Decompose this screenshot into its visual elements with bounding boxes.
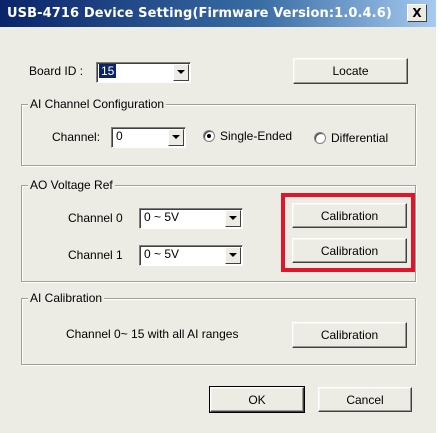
ai-channel-value: 0 xyxy=(116,129,123,143)
chevron-down-icon[interactable] xyxy=(173,64,189,81)
ao-channel-1-label: Channel 1 xyxy=(68,248,123,262)
chevron-down-icon[interactable] xyxy=(225,247,241,264)
ao-voltage-group-title: AO Voltage Ref xyxy=(28,178,115,192)
ao-channel-0-range-value: 0 ~ 5V xyxy=(144,210,180,224)
close-button[interactable]: X xyxy=(407,4,427,22)
ai-channel-combo[interactable]: 0 xyxy=(111,127,186,148)
ai-calibration-button[interactable]: Calibration xyxy=(292,322,407,348)
ao-channel-1-range-value: 0 ~ 5V xyxy=(144,247,180,261)
ok-button[interactable]: OK xyxy=(209,386,305,413)
board-id-combo[interactable]: 15 xyxy=(96,62,191,83)
board-id-value: 15 xyxy=(99,64,117,78)
ai-channel-group-title: AI Channel Configuration xyxy=(28,97,167,111)
ao-channel-0-label: Channel 0 xyxy=(68,211,123,225)
device-setting-window: USB-4716 Device Setting(Firmware Version… xyxy=(0,0,437,433)
differential-label[interactable]: Differential xyxy=(331,131,388,145)
ao-channel-1-range-combo[interactable]: 0 ~ 5V xyxy=(139,245,243,266)
board-id-label: Board ID : xyxy=(29,64,84,78)
ao-channel-0-calibration-button[interactable]: Calibration xyxy=(292,203,407,228)
ai-channel-label: Channel: xyxy=(52,130,101,144)
title-bar: USB-4716 Device Setting(Firmware Version… xyxy=(0,0,436,27)
chevron-down-icon[interactable] xyxy=(225,210,241,227)
chevron-down-icon[interactable] xyxy=(168,129,184,146)
ai-calibration-group-title: AI Calibration xyxy=(28,291,105,305)
single-ended-radio[interactable] xyxy=(203,130,215,142)
window-title: USB-4716 Device Setting(Firmware Version… xyxy=(7,6,392,21)
ai-calibration-description: Channel 0~ 15 with all AI ranges xyxy=(66,327,239,341)
cancel-button[interactable]: Cancel xyxy=(318,387,412,412)
locate-button[interactable]: Locate xyxy=(293,58,408,84)
ao-channel-0-range-combo[interactable]: 0 ~ 5V xyxy=(139,208,243,229)
ao-channel-1-calibration-button[interactable]: Calibration xyxy=(292,238,407,263)
single-ended-label[interactable]: Single-Ended xyxy=(220,129,292,143)
differential-radio[interactable] xyxy=(314,132,326,144)
